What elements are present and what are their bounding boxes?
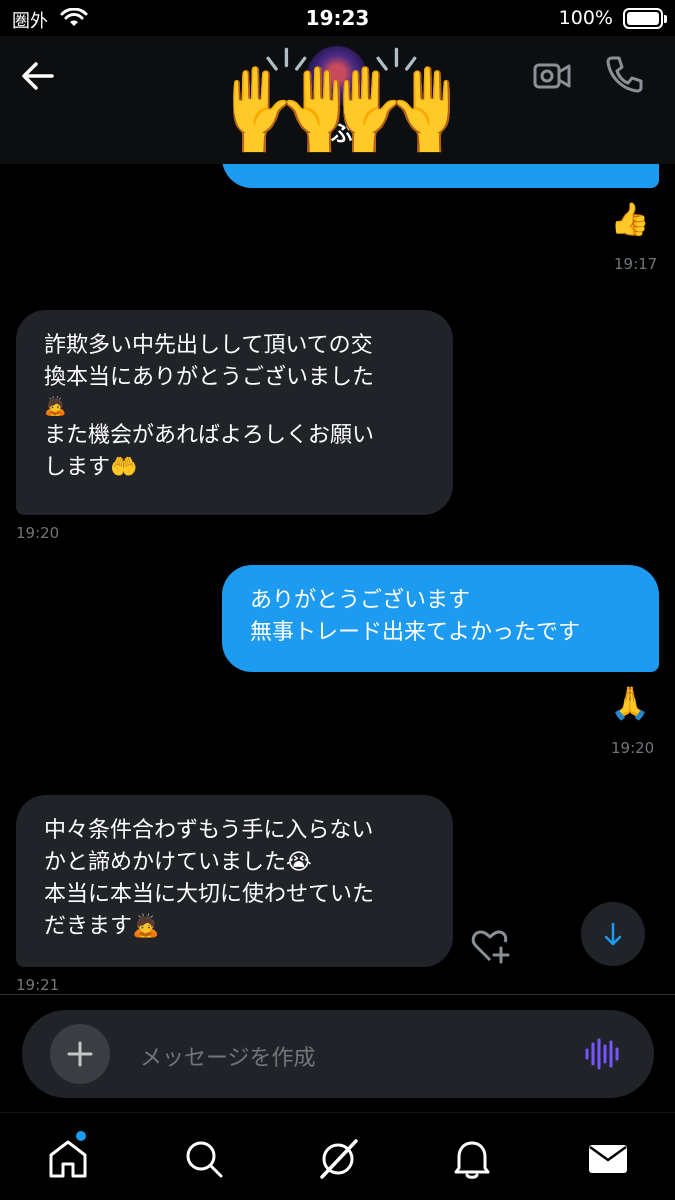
status-bar: 圏外 19:23 100% [0,0,675,36]
grok-icon[interactable] [316,1137,360,1181]
arrow-left-icon[interactable] [18,58,58,94]
message-line: 無事トレード出来てよかったです [250,620,581,645]
battery-percent: 100% [558,7,613,29]
message-line: ありがとうございます [250,588,471,613]
message-line: 中々条件合わずもう手に入らない [44,818,374,843]
message-timestamp: 19:20 [16,524,60,542]
raised-hands-emoji: 🙌 [332,41,462,163]
message-list[interactable]: 👍 19:17 詐欺多い中先出しして頂いての交 換本当にありがとうございました … [0,164,675,992]
scroll-to-bottom-button[interactable] [581,902,645,966]
voice-message-icon[interactable] [582,1034,622,1074]
message-bubble-sent[interactable] [222,164,659,188]
message-line: また機会があればよろしくお願い [44,423,375,448]
message-composer[interactable]: メッセージを作成 [22,1010,654,1098]
notification-dot [76,1131,86,1141]
search-icon[interactable] [182,1137,226,1181]
message-line: だきます🙇 [44,914,160,939]
plus-icon [67,1041,93,1067]
message-bubble-received[interactable]: 中々条件合わずもう手に入らない かと諦めかけていました😭 本当に本当に大切に使わ… [16,795,453,967]
message-line: 本当に本当に大切に使わせていた [44,882,375,907]
divider [0,994,675,995]
message-line: 換本当にありがとうございました [44,365,375,390]
tab-bar [0,1112,675,1200]
heart-add-icon[interactable] [470,928,510,964]
message-line: かと諦めかけていました😭 [44,850,312,875]
message-bubble-received[interactable]: 詐欺多い中先出しして頂いての交 換本当にありがとうございました 🙇 また機会があ… [16,310,453,515]
folded-hands-reaction[interactable]: 🙏 [610,684,650,722]
message-line: します🤲 [44,455,138,480]
add-media-button[interactable] [50,1024,110,1084]
thumbs-up-reaction[interactable]: 👍 [610,200,650,238]
video-camera-icon[interactable] [532,58,572,94]
home-icon[interactable] [46,1137,90,1181]
conversation-header: ぶ 🙌 🙌 [0,36,675,164]
phone-icon[interactable] [604,54,644,94]
message-timestamp: 19:20 [611,739,655,757]
message-timestamp: 19:17 [614,255,658,273]
bell-icon[interactable] [450,1137,494,1181]
message-line: 🙇 [44,396,67,417]
message-bubble-sent[interactable]: ありがとうございます 無事トレード出来てよかったです [222,565,659,672]
mail-icon[interactable] [586,1137,630,1181]
message-timestamp: 19:21 [16,976,60,992]
message-input[interactable]: メッセージを作成 [140,1040,316,1072]
message-line: 詐欺多い中先出しして頂いての交 [44,333,373,358]
battery-icon [623,8,667,29]
arrow-down-icon [604,922,622,946]
